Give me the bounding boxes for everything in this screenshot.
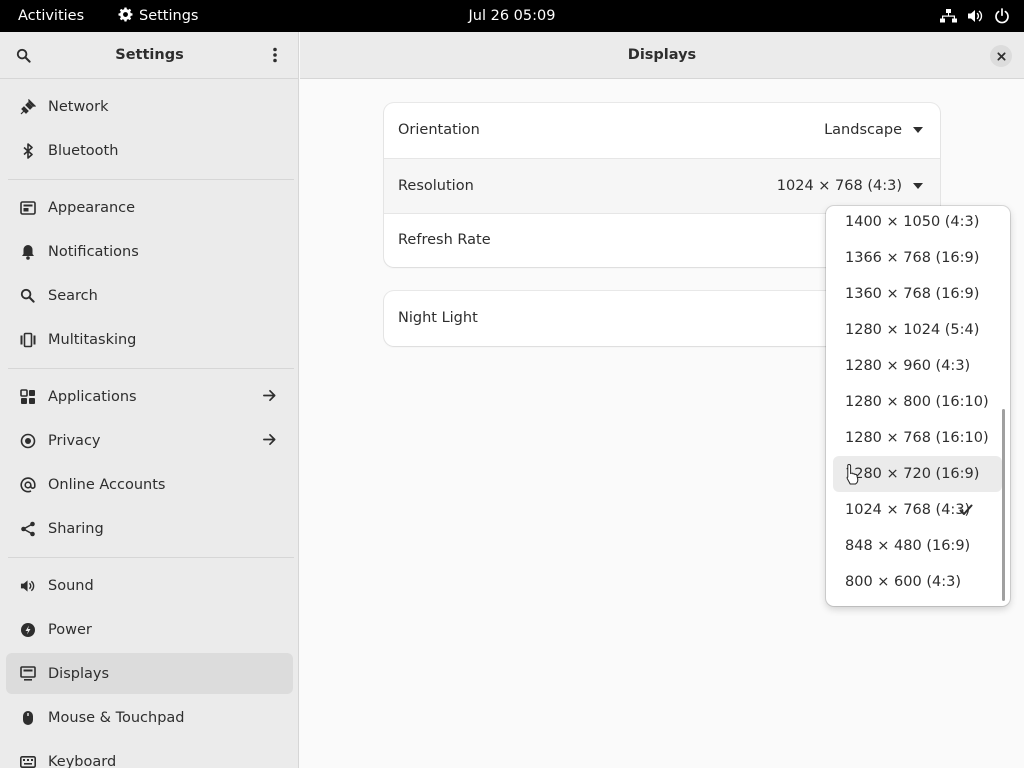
close-icon <box>996 51 1006 61</box>
sidebar-item-multitasking[interactable]: Multitasking <box>6 319 293 360</box>
search-icon <box>16 48 31 63</box>
resolution-dropdown: 1400 × 1050 (4:3) 1366 × 768 (16:9) 1360… <box>826 206 1010 606</box>
sidebar-item-label: Power <box>48 621 92 638</box>
close-button[interactable] <box>990 45 1012 67</box>
mouse-icon <box>19 709 36 726</box>
sidebar-item-label: Multitasking <box>48 331 137 348</box>
arrow-right-icon <box>262 432 279 449</box>
sidebar-item-label: Notifications <box>48 243 139 260</box>
sidebar-item-label: Search <box>48 287 98 304</box>
resolution-label: Resolution <box>398 178 474 194</box>
resolution-option[interactable]: 848 × 480 (16:9) <box>833 528 1002 564</box>
clock[interactable]: Jul 26 05:09 <box>469 8 556 24</box>
share-icon <box>19 520 36 537</box>
sidebar-item-label: Applications <box>48 388 137 405</box>
sidebar-separator <box>8 368 294 369</box>
sidebar-item-online-accounts[interactable]: Online Accounts <box>6 464 293 505</box>
appearance-icon <box>19 199 36 216</box>
multitasking-icon <box>19 331 36 348</box>
sidebar-item-label: Appearance <box>48 199 136 216</box>
sidebar-item-power[interactable]: Power <box>6 609 293 650</box>
keyboard-icon <box>19 753 36 768</box>
privacy-icon <box>19 432 36 449</box>
sidebar-item-label: Network <box>48 98 109 115</box>
apps-grid-icon <box>19 388 36 405</box>
sidebar-item-label: Displays <box>48 665 110 682</box>
sidebar-item-displays[interactable]: Displays <box>6 653 293 694</box>
content-header: Displays <box>300 32 1024 79</box>
sidebar-item-label: Privacy <box>48 432 101 449</box>
at-sign-icon <box>19 476 36 493</box>
sidebar-separator <box>8 179 294 180</box>
sidebar-item-applications[interactable]: Applications <box>6 376 293 417</box>
night-light-label: Night Light <box>398 310 478 326</box>
sidebar-item-label: Mouse & Touchpad <box>48 709 185 726</box>
volume-icon <box>967 8 984 24</box>
resolution-option[interactable]: 1400 × 1050 (4:3) <box>833 206 1002 240</box>
resolution-option[interactable]: 800 × 600 (4:3) <box>833 564 1002 600</box>
sidebar-item-label: Sharing <box>48 520 104 537</box>
activities-button[interactable]: Activities <box>18 0 84 32</box>
orientation-label: Orientation <box>398 122 480 138</box>
search-button[interactable] <box>12 44 34 66</box>
dropdown-caret-icon <box>913 127 923 133</box>
search-icon <box>19 287 36 304</box>
sidebar-separator <box>8 557 294 558</box>
sidebar-item-network[interactable]: Network <box>6 86 293 127</box>
network-icon <box>19 98 36 115</box>
resolution-option[interactable]: 1366 × 768 (16:9) <box>833 240 1002 276</box>
orientation-row[interactable]: Orientation Landscape <box>384 103 940 158</box>
dropdown-scrollbar[interactable] <box>1002 409 1005 601</box>
sidebar-item-label: Keyboard <box>48 753 117 768</box>
bell-icon <box>19 243 36 260</box>
main-menu-button[interactable] <box>264 44 286 66</box>
resolution-option[interactable]: 1360 × 768 (16:9) <box>833 276 1002 312</box>
sidebar-item-label: Sound <box>48 577 94 594</box>
app-menu-button[interactable]: Settings <box>118 0 198 32</box>
sidebar-item-notifications[interactable]: Notifications <box>6 231 293 272</box>
sidebar-item-label: Bluetooth <box>48 142 119 159</box>
orientation-value: Landscape <box>824 122 902 138</box>
display-icon <box>19 665 36 682</box>
sidebar-item-appearance[interactable]: Appearance <box>6 187 293 228</box>
resolution-option[interactable]: 1280 × 768 (16:10) <box>833 420 1002 456</box>
hand-cursor-icon <box>846 463 859 485</box>
sidebar-item-keyboard[interactable]: Keyboard <box>6 741 293 768</box>
kebab-menu-icon <box>273 47 277 63</box>
resolution-option[interactable]: 1280 × 800 (16:10) <box>833 384 1002 420</box>
arrow-right-icon <box>262 388 279 405</box>
power-icon <box>19 621 36 638</box>
bluetooth-icon <box>19 142 36 159</box>
power-icon <box>994 8 1010 24</box>
refresh-rate-label: Refresh Rate <box>398 232 491 248</box>
page-title: Displays <box>627 47 697 63</box>
system-tray[interactable] <box>940 0 1010 32</box>
sidebar: Settings Network Bluetooth Appearance No… <box>0 32 299 768</box>
top-bar: Activities Settings Jul 26 05:09 <box>0 0 1024 32</box>
checkmark-icon <box>959 504 973 515</box>
resolution-option-label: 1024 × 768 (4:3) <box>845 502 971 518</box>
sidebar-item-mouse-touchpad[interactable]: Mouse & Touchpad <box>6 697 293 738</box>
resolution-option[interactable]: 1280 × 1024 (5:4) <box>833 312 1002 348</box>
sidebar-item-label: Online Accounts <box>48 476 166 493</box>
resolution-option-selected[interactable]: 1024 × 768 (4:3) <box>833 492 1002 528</box>
sidebar-item-sharing[interactable]: Sharing <box>6 508 293 549</box>
sidebar-item-search[interactable]: Search <box>6 275 293 316</box>
speaker-icon <box>19 577 36 594</box>
sidebar-item-bluetooth[interactable]: Bluetooth <box>6 130 293 171</box>
sidebar-header: Settings <box>0 32 298 79</box>
network-wired-icon <box>940 8 957 24</box>
gear-icon <box>118 6 133 26</box>
sidebar-item-sound[interactable]: Sound <box>6 565 293 606</box>
resolution-option[interactable]: 1280 × 960 (4:3) <box>833 348 1002 384</box>
dropdown-caret-icon <box>913 183 923 189</box>
sidebar-item-privacy[interactable]: Privacy <box>6 420 293 461</box>
app-menu-label: Settings <box>139 8 199 24</box>
sidebar-title: Settings <box>115 47 184 63</box>
